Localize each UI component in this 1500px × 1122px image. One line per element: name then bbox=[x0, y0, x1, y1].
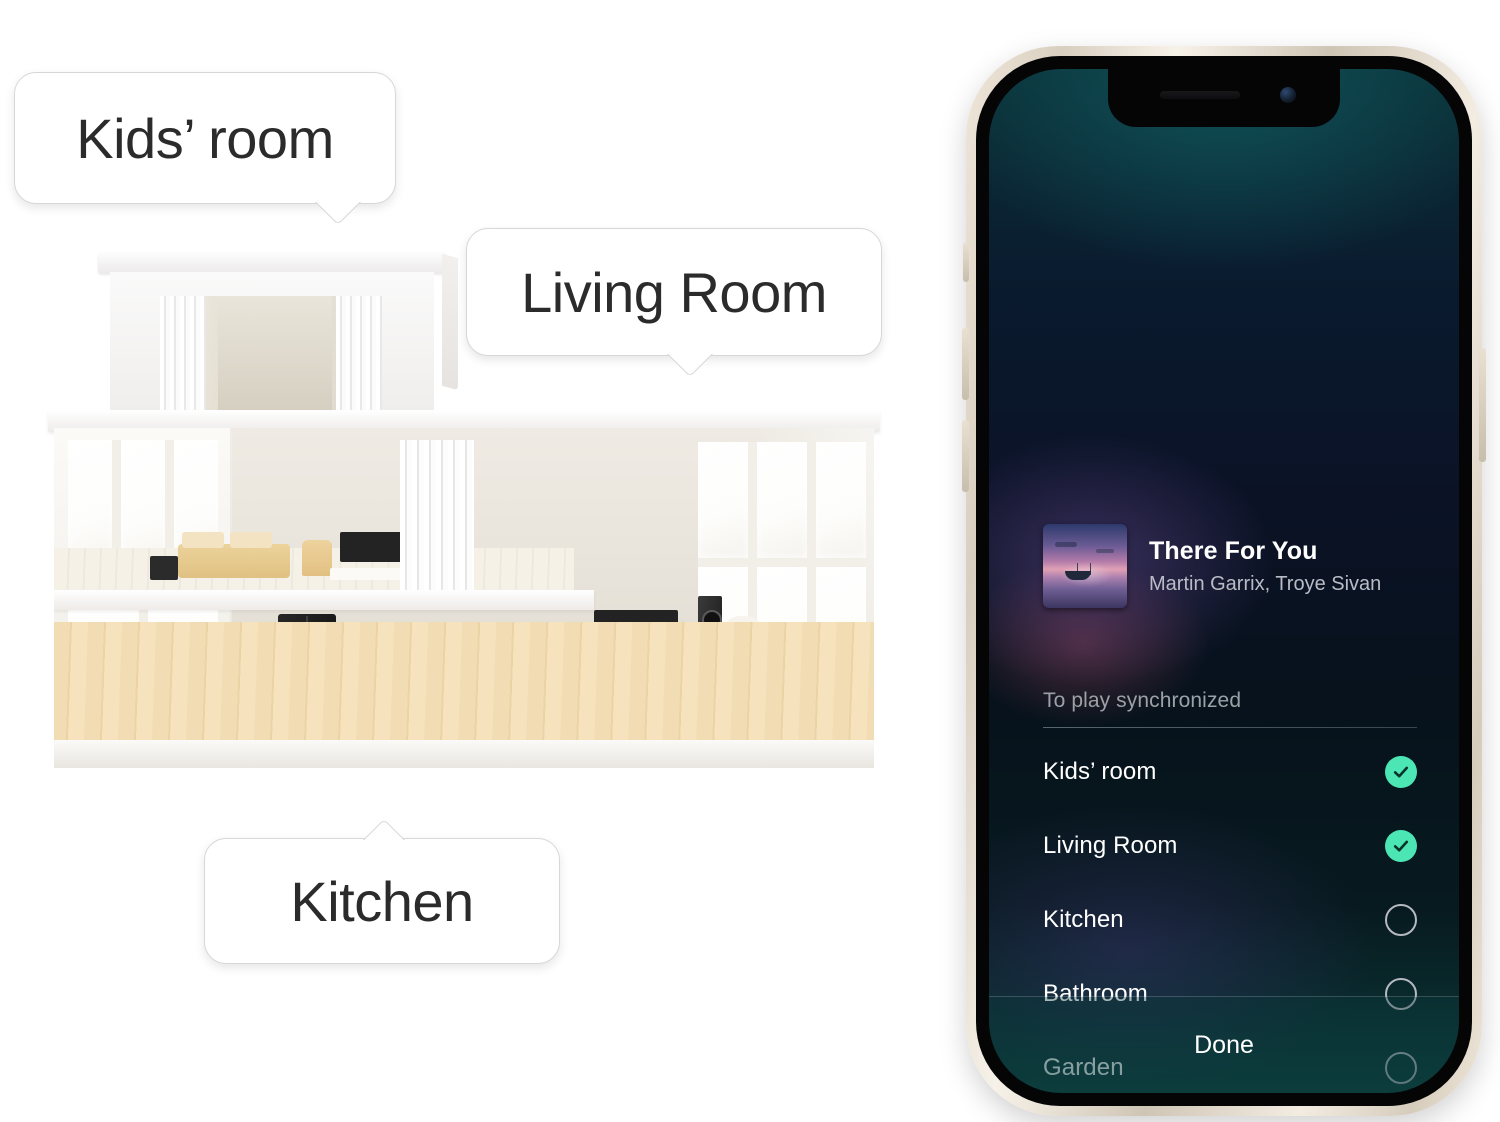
callout-label: Kids’ room bbox=[76, 106, 334, 170]
foundation-slab bbox=[54, 740, 874, 768]
tv-upper bbox=[340, 532, 402, 562]
callout-tail-icon bbox=[361, 808, 407, 840]
room-row-kids-room[interactable]: Kids’ room bbox=[1043, 735, 1417, 809]
daybed bbox=[178, 532, 290, 578]
now-playing-card[interactable]: There For You Martin Garrix, Troye Sivan bbox=[1043, 524, 1419, 608]
smartphone-device: There For You Martin Garrix, Troye Sivan… bbox=[962, 46, 1486, 1116]
room-row-living-room[interactable]: Living Room bbox=[1043, 809, 1417, 883]
room-checkbox-checked-icon[interactable] bbox=[1385, 756, 1417, 788]
screenshot-canvas: Kids’ room Living Room Kitchen There For… bbox=[0, 0, 1500, 1122]
curtain-right-upper bbox=[336, 296, 382, 414]
roof bbox=[98, 252, 446, 274]
now-playing-text: There For You Martin Garrix, Troye Sivan bbox=[1149, 537, 1381, 596]
callout-kids-room: Kids’ room bbox=[14, 72, 396, 204]
phone-screen: There For You Martin Garrix, Troye Sivan… bbox=[989, 69, 1459, 1093]
album-artwork bbox=[1043, 524, 1127, 608]
room-checkbox-unchecked-icon[interactable] bbox=[1385, 904, 1417, 936]
power-button[interactable] bbox=[1479, 348, 1486, 462]
room-label: Kids’ room bbox=[1043, 758, 1157, 785]
armchair-upper bbox=[302, 540, 332, 576]
room-label: Living Room bbox=[1043, 832, 1178, 859]
curtain-tall-center bbox=[400, 440, 474, 608]
callout-label: Living Room bbox=[521, 260, 827, 324]
ground-floor-wood bbox=[54, 622, 874, 742]
callout-living-room: Living Room bbox=[466, 228, 882, 356]
main-house-body bbox=[54, 428, 874, 768]
room-label: Kitchen bbox=[1043, 906, 1124, 933]
room-row-kitchen[interactable]: Kitchen bbox=[1043, 883, 1417, 957]
side-table-upper bbox=[150, 556, 178, 580]
callout-label: Kitchen bbox=[290, 869, 474, 933]
mute-switch-button[interactable] bbox=[963, 242, 969, 282]
callout-kitchen: Kitchen bbox=[204, 838, 560, 964]
section-heading: To play synchronized bbox=[1043, 689, 1242, 712]
front-camera-icon bbox=[1280, 87, 1296, 103]
room-checkbox-checked-icon[interactable] bbox=[1385, 830, 1417, 862]
mid-floor-slab-inner bbox=[54, 590, 594, 610]
track-artist: Martin Garrix, Troye Sivan bbox=[1149, 572, 1382, 595]
track-title: There For You bbox=[1149, 536, 1318, 565]
callout-tail-icon bbox=[667, 354, 713, 386]
volume-down-button[interactable] bbox=[962, 420, 969, 492]
device-bezel: There For You Martin Garrix, Troye Sivan… bbox=[976, 56, 1472, 1106]
volume-up-button[interactable] bbox=[962, 328, 969, 400]
callout-tail-icon bbox=[315, 202, 361, 234]
device-notch bbox=[1108, 69, 1340, 127]
section-divider bbox=[1043, 727, 1417, 728]
earpiece-speaker-icon bbox=[1160, 91, 1240, 99]
curtain-left-upper bbox=[160, 296, 206, 414]
done-button[interactable]: Done bbox=[989, 997, 1459, 1093]
